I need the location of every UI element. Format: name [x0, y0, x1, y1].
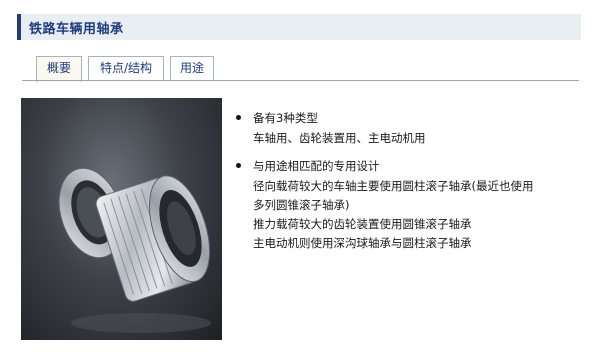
bullet-icon [236, 115, 241, 120]
feature-line: 径向载荷较大的车轴主要使用圆柱滚子轴承(最近也使用 [253, 179, 534, 193]
feature-line: 主电动机则使用深沟球轴承与圆柱滚子轴承 [253, 236, 472, 250]
tab-overview[interactable]: 概要 [36, 56, 82, 82]
feature-line: 多列圆锥滚子轴承) [253, 198, 350, 212]
tab-features-structure[interactable]: 特点/结构 [88, 56, 164, 80]
tab-applications[interactable]: 用途 [170, 56, 214, 80]
page-title: 铁路车辆用轴承 [29, 22, 124, 37]
tab-divider [22, 80, 579, 81]
feature-line: 推力载荷较大的齿轮装置使用圆锥滚子轴承 [253, 217, 472, 231]
feature-title: 备有3种类型 [253, 111, 318, 125]
feature-line: 车轴用、齿轮装置用、主电动机用 [253, 131, 426, 145]
bullet-icon [236, 163, 241, 168]
page-header: 铁路车辆用轴承 [17, 14, 581, 40]
feature-title: 与用途相匹配的专用设计 [253, 159, 380, 173]
bearing-product-image [21, 98, 222, 340]
